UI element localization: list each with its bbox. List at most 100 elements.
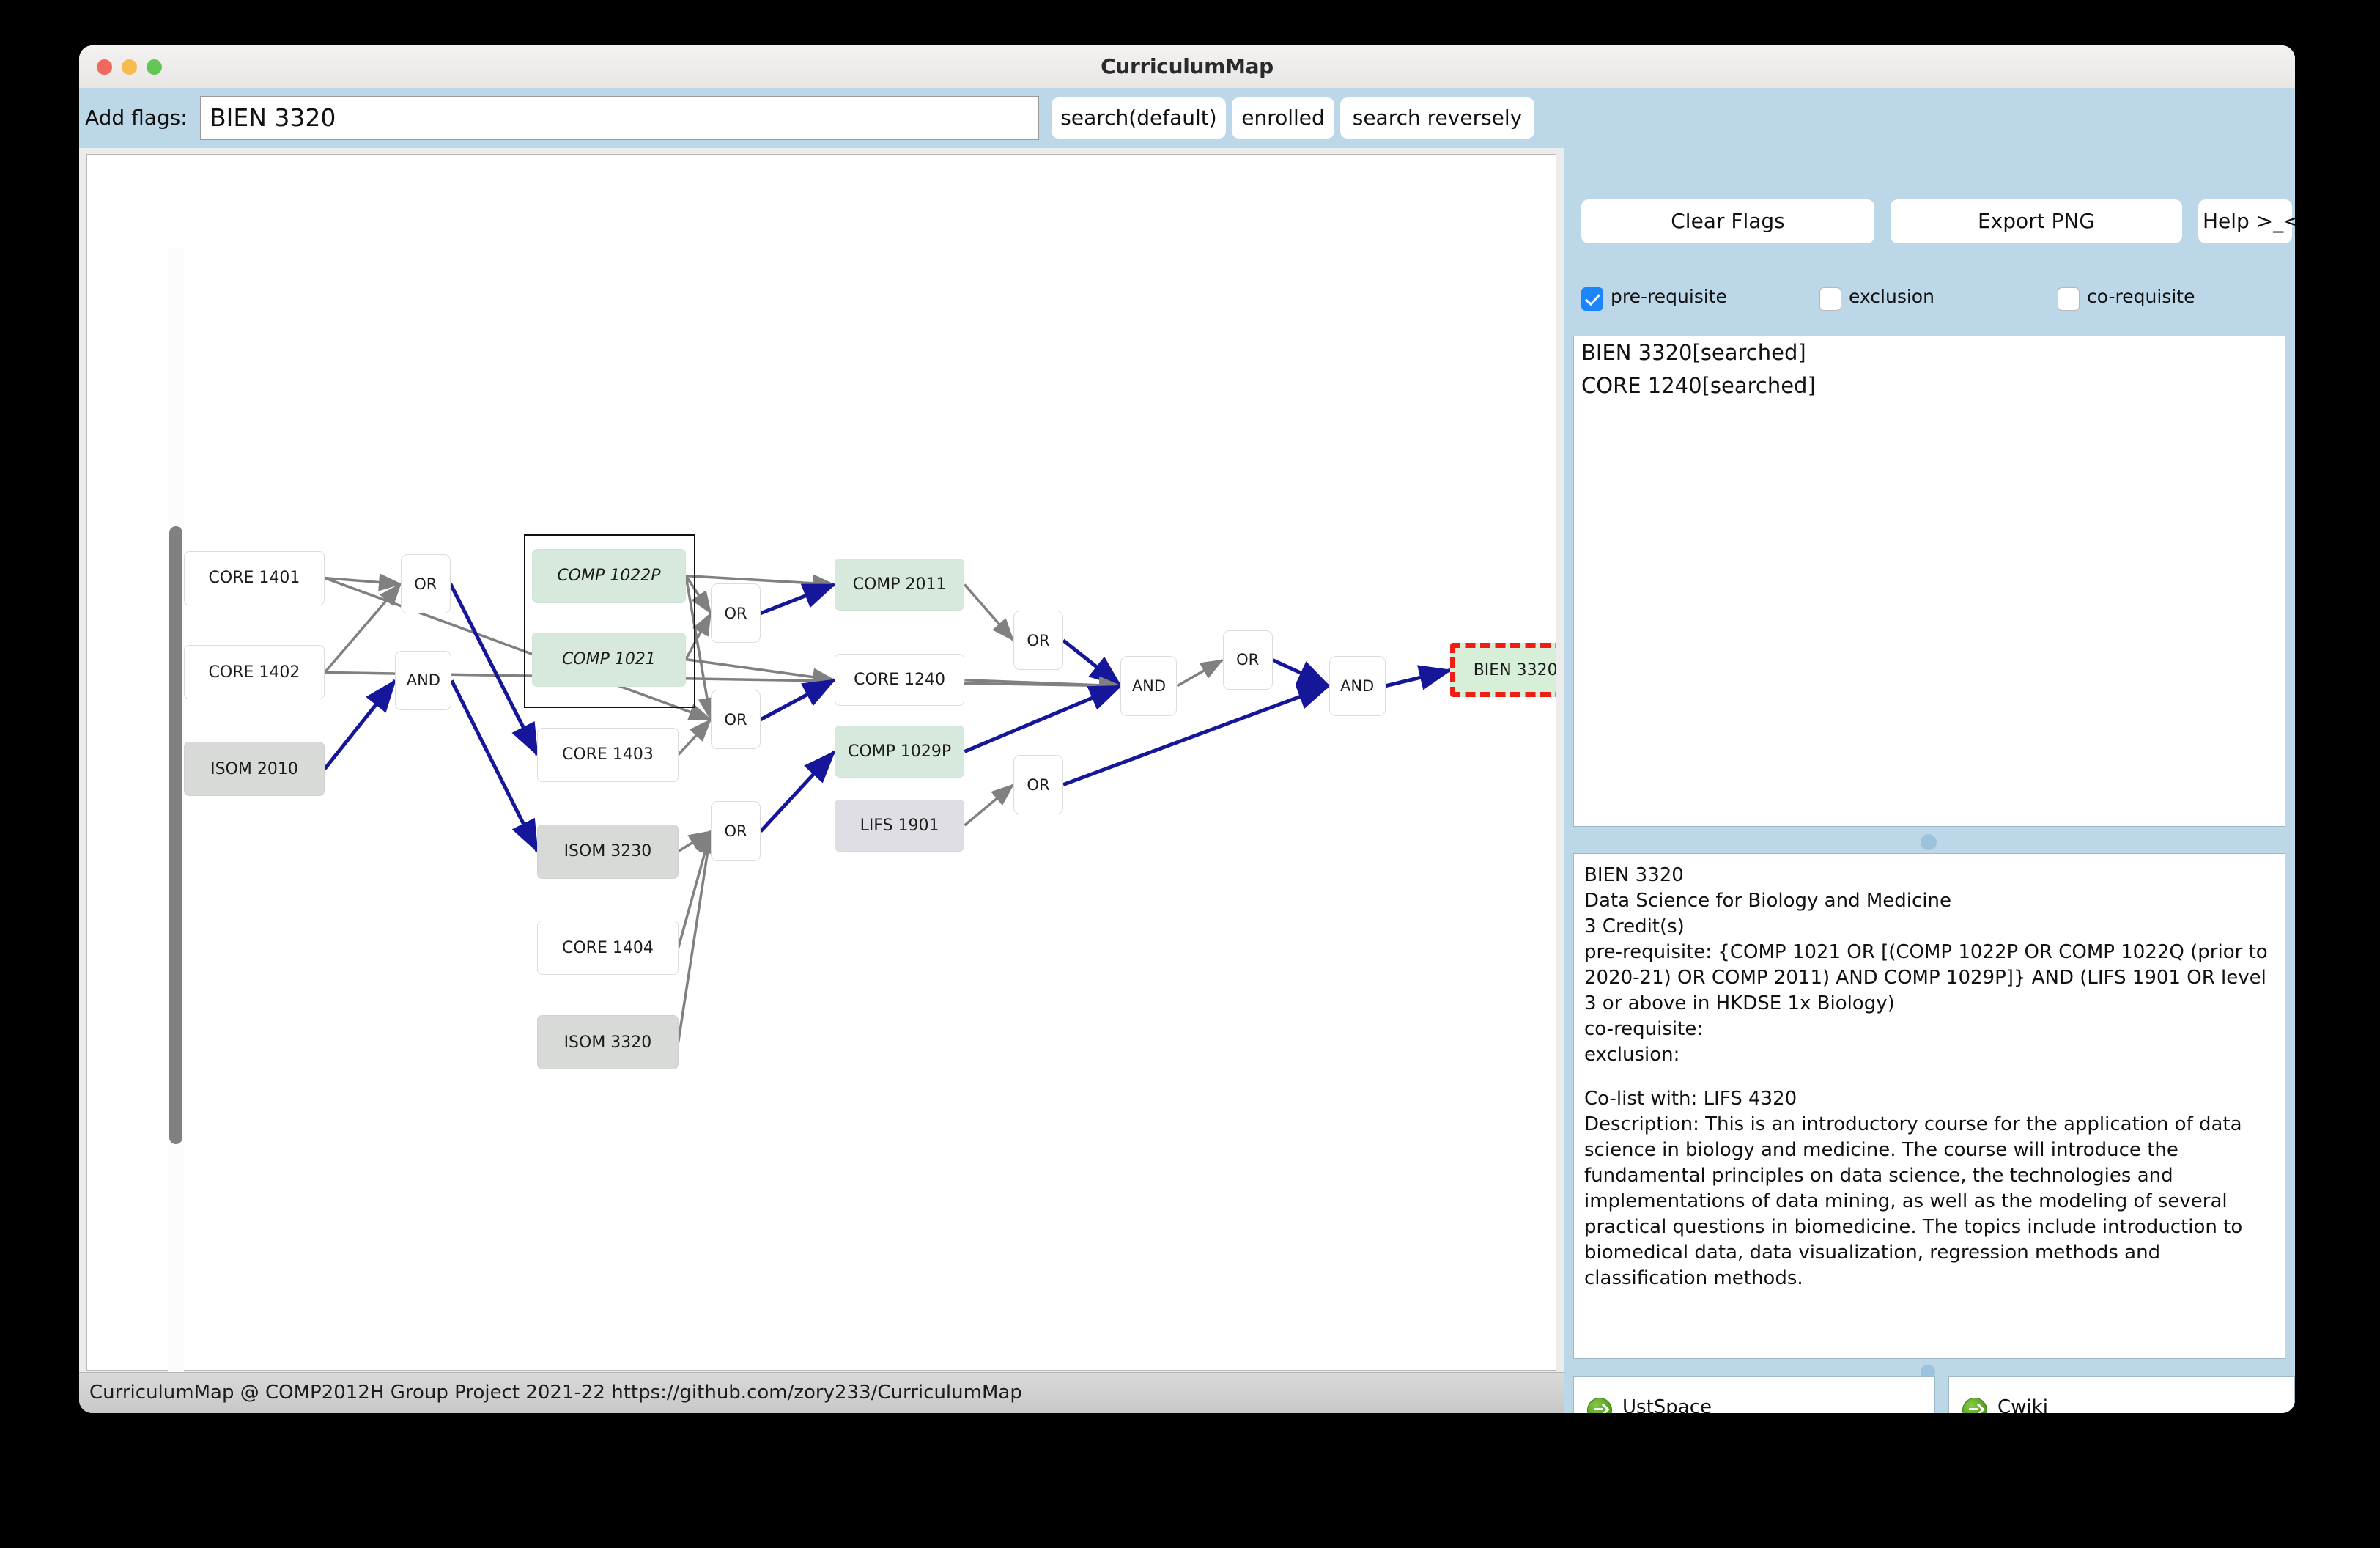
graph-edge [677,718,712,756]
graph-edge [1062,684,1331,786]
course-node[interactable]: CORE 1402 [183,645,325,700]
graph-edge [685,574,836,592]
status-bar-text: CurriculumMap @ COMP2012H Group Project … [89,1382,1022,1404]
exclusion-checkbox-box[interactable] [1819,287,1841,311]
detail-course-code: BIEN 3320 [1584,864,1684,886]
course-node[interactable]: CORE 1401 [183,550,325,605]
node-label: OR [1236,651,1260,669]
graph-canvas[interactable]: CORE 1401 CORE 1402 ISOM 2010 OR AND COMP 102… [86,154,1556,1371]
detail-exclusion: exclusion: [1584,1044,1680,1066]
node-label: ISOM 3320 [563,1033,652,1052]
node-label: OR [724,604,747,622]
flag-search-input[interactable]: BIEN 3320 [200,96,1039,140]
graph-edge [964,784,1015,827]
course-node[interactable]: ISOM 3320 [537,1015,679,1070]
detail-course-title: Data Science for Biology and Medicine [1584,890,1951,912]
detail-prerequisite: pre-requisite: {COMP 1021 OR [(COMP 1022… [1584,941,2268,1014]
detail-colist: Co-list with: LIFS 4320 [1584,1088,1797,1110]
pre-requisite-label: pre-requisite [1611,286,1727,307]
logic-gate-node[interactable]: OR [1013,611,1064,671]
vertical-scrollbar-thumb[interactable] [169,526,182,1144]
enrolled-button[interactable]: enrolled [1232,97,1334,139]
node-label: CORE 1403 [562,745,654,764]
graph-edge [323,679,397,770]
course-node[interactable]: ISOM 3230 [537,824,679,879]
flag-list-item[interactable]: BIEN 3320[searched] [1574,336,2285,369]
search-default-button[interactable]: search(default) [1052,97,1226,139]
node-label: AND [406,671,440,690]
green-arrow-link-icon [1962,1398,1987,1413]
logic-gate-node[interactable]: OR [400,554,451,614]
node-label: BIEN 3320 [1473,660,1556,679]
course-node[interactable]: COMP 1022P [531,548,686,603]
logic-gate-node[interactable]: OR [1013,754,1064,815]
node-label: CORE 1404 [562,938,654,957]
node-label: AND [1131,677,1167,695]
flag-list[interactable]: BIEN 3320[searched] CORE 1240[searched] [1573,336,2285,827]
graph-edge [759,678,836,721]
co-requisite-label: co-requisite [2087,286,2195,307]
graph-edge [964,583,1015,642]
detail-credits: 3 Credit(s) [1584,915,1685,937]
course-node[interactable]: CORE 1240 [834,654,965,707]
clear-flags-button[interactable]: Clear Flags [1581,199,1874,243]
toolbar: Add flags: BIEN 3320 search(default) enr… [79,88,1564,148]
node-label: OR [414,575,437,593]
ustspace-link-card[interactable]: UstSpace [1573,1376,1935,1413]
node-label: OR [724,822,747,841]
graph-pane: Add flags: BIEN 3320 search(default) enr… [79,88,1622,1413]
detail-spacer [1584,1068,2274,1086]
panel-splitter-top[interactable] [1573,830,2285,852]
graph-edge [676,830,717,1043]
graph-edge [1271,658,1331,688]
detail-corequisite: co-requisite: [1584,1018,1704,1040]
green-arrow-link-icon [1587,1398,1612,1413]
node-label: AND [1339,677,1375,695]
logic-gate-node[interactable]: OR [711,583,761,644]
add-flags-label: Add flags: [85,106,188,130]
logic-gate-node[interactable]: OR [711,690,761,750]
exclusion-label: exclusion [1849,286,1934,307]
logic-gate-node[interactable]: OR [1222,630,1273,690]
node-label: COMP 1029P [847,742,952,761]
course-node[interactable]: LIFS 1901 [834,799,965,852]
course-node[interactable]: CORE 1403 [537,727,679,782]
node-label: LIFS 1901 [860,816,939,835]
course-node[interactable]: COMP 1029P [834,725,965,778]
pre-requisite-checkbox-box[interactable] [1581,287,1603,311]
graph-edge [964,684,1123,753]
ustspace-link-label: UstSpace [1622,1396,1712,1413]
course-node[interactable]: CORE 1404 [537,921,679,976]
node-label: COMP 2011 [852,575,947,594]
export-png-button[interactable]: Export PNG [1891,199,2182,243]
graph-edge [760,583,837,616]
co-requisite-checkbox-box[interactable] [2058,287,2080,311]
node-label: COMP 1021 [561,650,656,669]
title-bar: CurriculumMap [79,45,2295,89]
logic-gate-node[interactable]: AND [1328,656,1386,716]
course-node[interactable]: COMP 2011 [834,558,965,611]
search-reversely-button[interactable]: search reversely [1340,97,1534,139]
course-node[interactable]: ISOM 2010 [183,742,325,797]
graph-edge [1176,658,1224,688]
course-node[interactable]: COMP 1021 [531,632,686,687]
graph-edge [759,750,836,833]
detail-description: Description: This is an introductory cou… [1584,1113,2243,1289]
course-node[interactable]: BIEN 3320 [1450,643,1556,698]
node-label: COMP 1022P [557,567,661,586]
window-content: Add flags: BIEN 3320 search(default) enr… [79,88,2295,1413]
node-label: OR [1027,775,1050,794]
logic-gate-node[interactable]: AND [395,650,452,711]
graph-edge [323,583,402,674]
logic-gate-node[interactable]: AND [1120,656,1178,716]
node-label: OR [1027,631,1050,649]
cwiki-link-card[interactable]: Cwiki [1948,1376,2295,1413]
node-label: CORE 1401 [208,569,300,588]
node-label: CORE 1402 [208,663,300,682]
logic-gate-node[interactable]: OR [711,801,761,861]
node-label: ISOM 2010 [210,759,298,778]
curriculum-graph: CORE 1401 CORE 1402 ISOM 2010 OR AND COMP 102… [87,155,1556,1370]
flag-list-item[interactable]: CORE 1240[searched] [1574,369,2285,402]
help-button[interactable]: Help >_< [2198,199,2295,243]
node-label: CORE 1240 [854,671,945,690]
